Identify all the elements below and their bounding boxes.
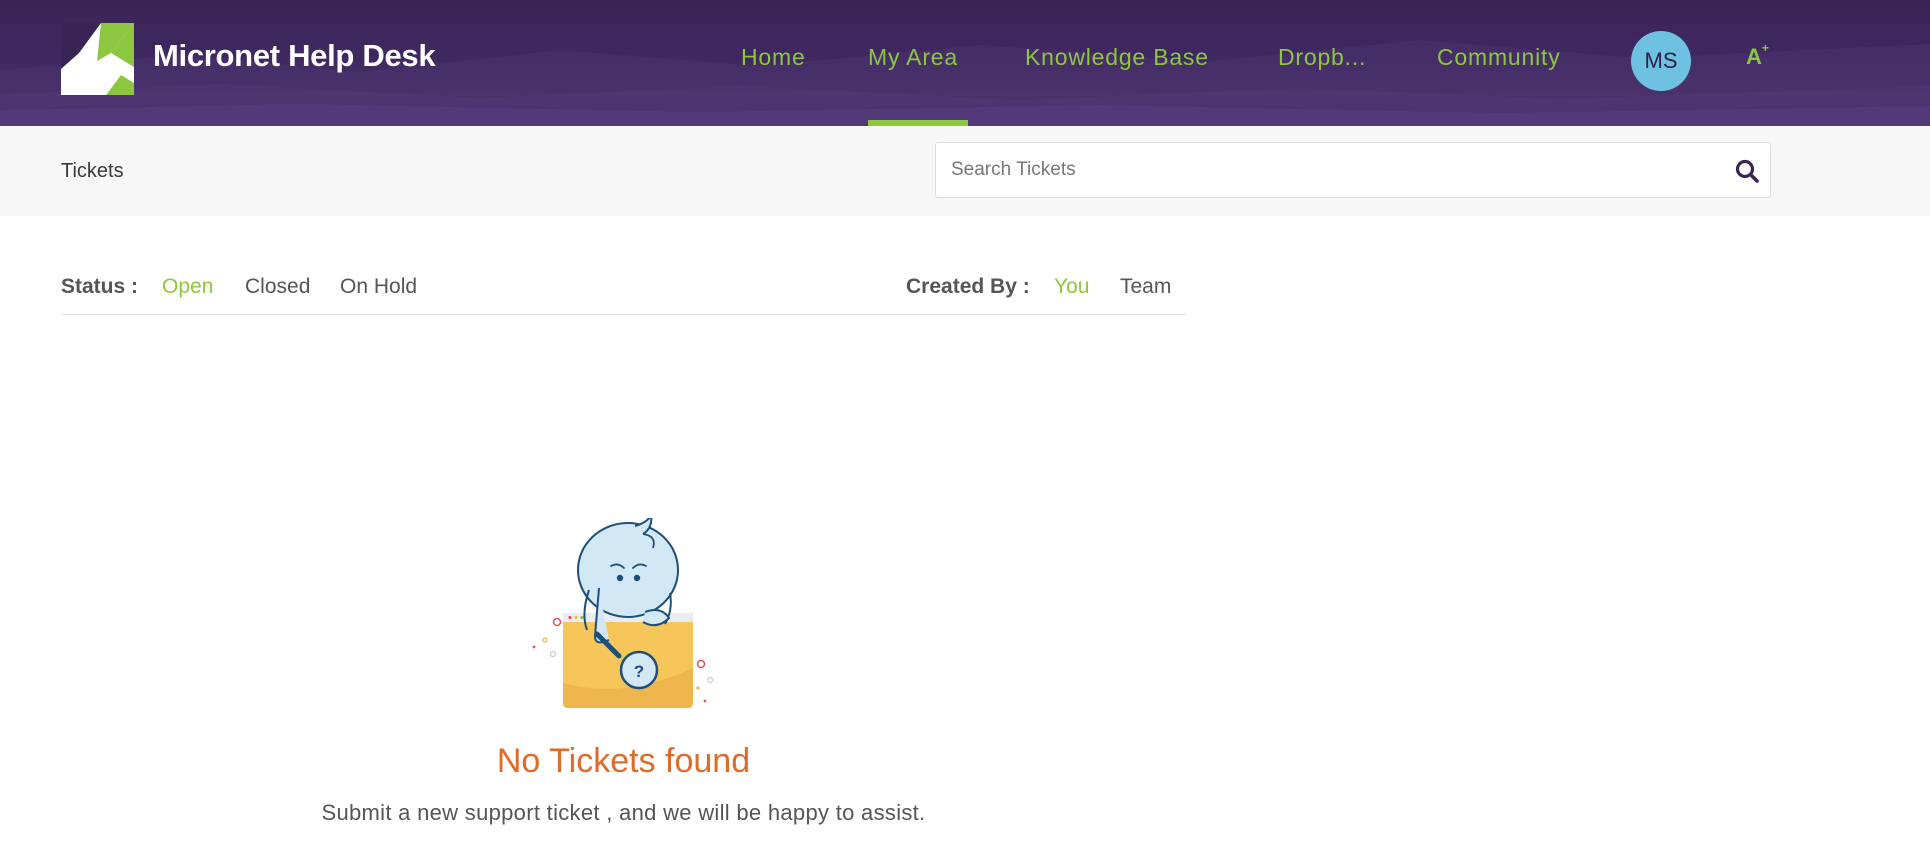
magnifier-question-mark: ? [634, 662, 644, 681]
nav-community[interactable]: Community [1437, 44, 1561, 71]
sad-character-magnifier-icon: ? [532, 518, 714, 708]
brand-title[interactable]: Micronet Help Desk [153, 38, 436, 74]
page-title: Tickets [61, 160, 124, 182]
status-closed-filter[interactable]: Closed [245, 275, 310, 299]
empty-state-title: No Tickets found [496, 742, 751, 780]
nav-knowledge-base[interactable]: Knowledge Base [1025, 44, 1209, 71]
text-size-icon[interactable]: A+ [1746, 40, 1769, 70]
created-by-you-filter[interactable]: You [1054, 275, 1089, 299]
status-filter-label: Status : [61, 275, 139, 298]
empty-state-subtitle: Submit a new support ticket , and we wil… [321, 800, 926, 825]
search-input[interactable] [936, 143, 1716, 197]
status-open-filter[interactable]: Open [162, 275, 213, 299]
avatar-initials: MS [1644, 48, 1678, 73]
nav-dropbox[interactable]: Dropb... [1278, 44, 1366, 71]
text-size-label: A [1746, 44, 1762, 69]
nav-my-area[interactable]: My Area [868, 44, 958, 71]
created-by-filter-label: Created By : [906, 275, 1030, 298]
search-box [935, 142, 1771, 198]
nav-home[interactable]: Home [741, 44, 806, 71]
created-by-team-filter[interactable]: Team [1120, 275, 1171, 299]
tickets-subbar: Tickets [0, 126, 1930, 216]
top-header: Micronet Help Desk Home My Area Knowledg… [0, 0, 1930, 126]
user-avatar[interactable]: MS [1631, 31, 1691, 91]
filter-divider [61, 314, 1186, 315]
text-size-plus: + [1761, 40, 1769, 55]
status-on-hold-filter[interactable]: On Hold [340, 275, 417, 299]
micronet-logo-icon[interactable] [61, 23, 134, 95]
search-icon[interactable] [1734, 158, 1760, 184]
